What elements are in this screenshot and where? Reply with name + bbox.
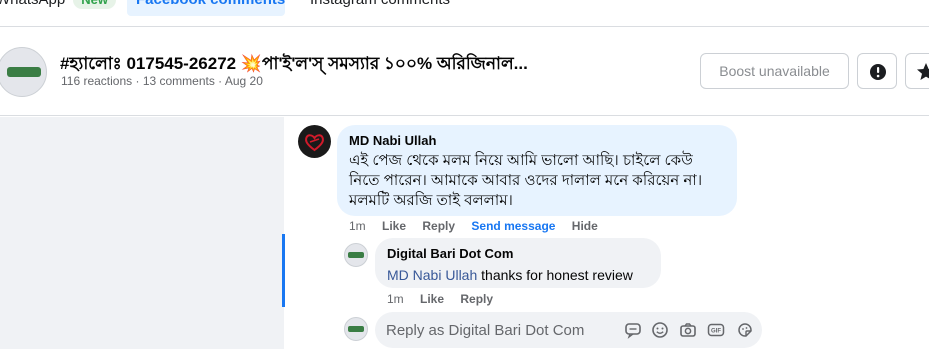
- emoji-icon[interactable]: [651, 321, 669, 339]
- comment-text: এই পেজ থেকে মলম নিয়ে আমি ভালো আছি। চাইল…: [349, 152, 703, 209]
- heart-avatar-icon: [305, 134, 324, 152]
- page-logo: [7, 67, 41, 77]
- composer-avatar-logo: [348, 326, 364, 332]
- reply-input[interactable]: [375, 312, 615, 348]
- reply-body: thanks for honest review: [477, 267, 633, 283]
- reply-author-avatar[interactable]: [344, 243, 368, 267]
- commenter-avatar[interactable]: [298, 125, 331, 158]
- sticker-icon[interactable]: [736, 321, 754, 339]
- page-root: WhatsApp New Facebook comments Instagram …: [0, 0, 929, 349]
- page-avatar: [0, 47, 47, 97]
- post-header: #হ্যালোঃ 017545-26272 💥পা'ই'ল'স্ সমস্যার…: [0, 28, 929, 116]
- star-icon: [917, 63, 929, 80]
- boost-button[interactable]: Boost unavailable: [700, 53, 849, 89]
- reply-reply-link[interactable]: Reply: [460, 292, 493, 306]
- gif-icon[interactable]: GIF: [707, 321, 725, 339]
- post-meta: 116 reactions · 13 comments · Aug 20: [61, 74, 263, 88]
- reply-actions: 1m Like Reply: [387, 292, 506, 306]
- tab-whatsapp-label: WhatsApp: [0, 0, 65, 8]
- hide-link[interactable]: Hide: [572, 219, 598, 233]
- tab-instagram-comments-label: Instagram comments: [310, 0, 450, 8]
- comment-author[interactable]: MD Nabi Ullah: [349, 133, 725, 149]
- comment-time[interactable]: 1m: [349, 219, 366, 233]
- tab-instagram-comments[interactable]: Instagram comments: [310, 0, 450, 16]
- reply-mention[interactable]: MD Nabi Ullah: [387, 267, 477, 283]
- comment-bubble: MD Nabi Ullah এই পেজ থেকে মলম নিয়ে আমি …: [337, 125, 737, 216]
- send-message-link[interactable]: Send message: [471, 219, 555, 233]
- new-badge: New: [73, 0, 116, 9]
- comment-actions: 1m Like Reply Send message Hide: [349, 219, 611, 233]
- alert-icon: [870, 64, 886, 80]
- source-tabs: WhatsApp New Facebook comments Instagram …: [0, 0, 929, 27]
- thread-indicator: [282, 234, 285, 307]
- tab-facebook-comments[interactable]: Facebook comments: [127, 0, 285, 16]
- reply-text: MD Nabi Ullah thanks for honest review: [387, 265, 649, 285]
- reply-time[interactable]: 1m: [387, 292, 404, 306]
- star-button[interactable]: [905, 53, 929, 89]
- camera-icon[interactable]: [679, 321, 697, 339]
- composer-avatar: [344, 317, 368, 341]
- chat-bubble-icon[interactable]: [624, 321, 642, 339]
- reply-composer: GIF: [375, 312, 762, 348]
- tab-facebook-comments-label: Facebook comments: [136, 0, 285, 8]
- reply-author[interactable]: Digital Bari Dot Com: [387, 246, 649, 262]
- reply-author-logo: [348, 252, 364, 258]
- comment-like-link[interactable]: Like: [382, 219, 406, 233]
- report-button[interactable]: [857, 53, 897, 89]
- comment-reply-link[interactable]: Reply: [422, 219, 455, 233]
- reply-bubble: Digital Bari Dot Com MD Nabi Ullah thank…: [375, 238, 661, 288]
- svg-text:GIF: GIF: [711, 329, 721, 335]
- reply-like-link[interactable]: Like: [420, 292, 444, 306]
- tab-whatsapp[interactable]: WhatsApp New: [0, 0, 116, 16]
